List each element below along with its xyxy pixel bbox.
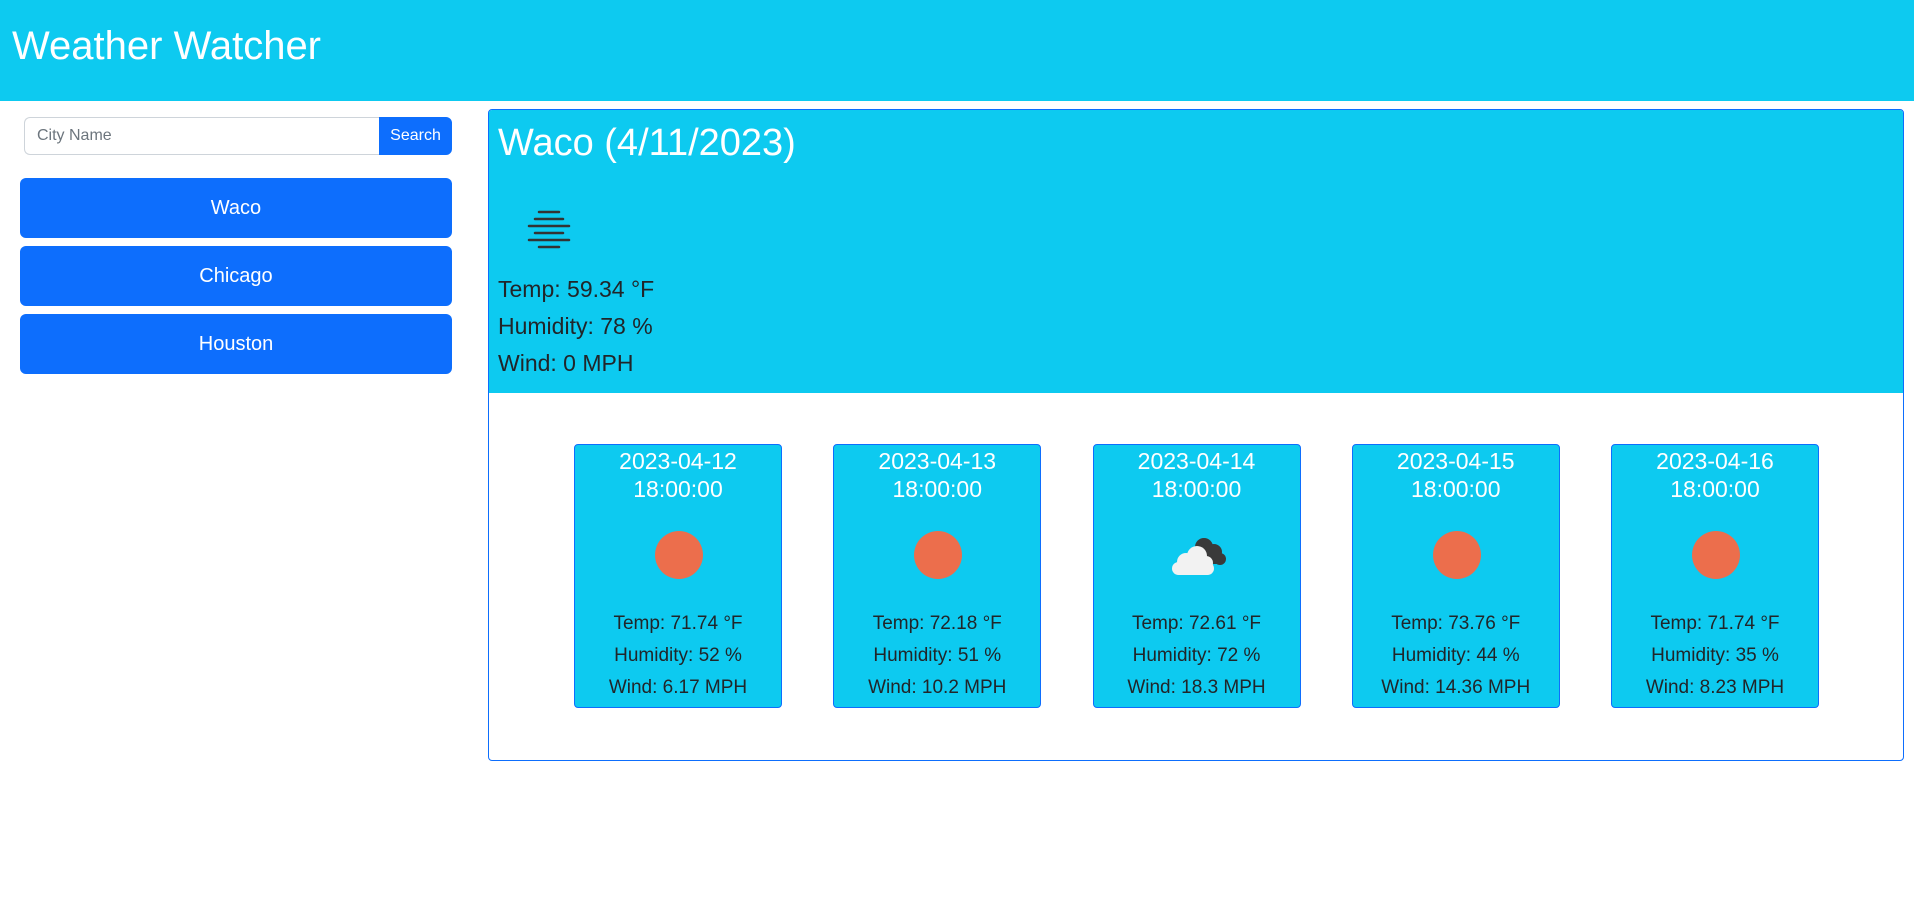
forecast-time: 18:00:00 [892, 476, 983, 502]
forecast-time: 18:00:00 [1670, 476, 1760, 502]
search-button[interactable]: Search [379, 117, 452, 155]
current-weather: Waco (4/11/2023) Temp: 59.34 °F Humidity… [489, 110, 1903, 393]
search-history-list: Waco Chicago Houston [20, 178, 452, 374]
forecast-humidity: Humidity: 52 % [614, 645, 742, 666]
forecast-time: 18:00:00 [1151, 476, 1242, 502]
app-header: Weather Watcher [0, 0, 1914, 101]
forecast-wind: Wind: 10.2 MPH [868, 677, 1007, 698]
history-city-button[interactable]: Houston [20, 314, 452, 374]
forecast-date: 2023-04-12 [619, 448, 737, 474]
forecast-card: 2023-04-14 18:00:00 Temp: 72.61 °F Humid… [1092, 444, 1301, 708]
forecast-time: 18:00:00 [1410, 476, 1501, 502]
forecast-date: 2023-04-14 [1137, 448, 1256, 474]
broken-clouds-icon [1171, 538, 1226, 575]
forecast-temp: Temp: 71.74 °F [1650, 613, 1780, 634]
current-humidity: Humidity: 78 % [498, 313, 653, 339]
forecast-humidity: Humidity: 72 % [1132, 645, 1261, 666]
forecast-temp: Temp: 72.61 °F [1131, 613, 1262, 634]
history-city-button[interactable]: Waco [20, 178, 452, 238]
weather-panel: Waco (4/11/2023) Temp: 59.34 °F Humidity… [488, 109, 1904, 761]
sun-icon [655, 531, 703, 579]
forecast-date: 2023-04-13 [878, 448, 997, 474]
current-temp: Temp: 59.34 °F [498, 276, 655, 302]
mist-icon [527, 210, 571, 249]
current-wind: Wind: 0 MPH [498, 350, 634, 376]
forecast-card: 2023-04-15 18:00:00 Temp: 73.76 °F Humid… [1351, 444, 1560, 708]
forecast-wind: Wind: 18.3 MPH [1127, 677, 1266, 698]
sun-icon [1692, 531, 1740, 579]
history-city-button[interactable]: Chicago [20, 246, 452, 306]
forecast-temp: Temp: 72.18 °F [872, 613, 1002, 634]
forecast-humidity: Humidity: 35 % [1651, 645, 1779, 666]
forecast-humidity: Humidity: 51 % [873, 645, 1002, 666]
sidebar: Search Waco Chicago Houston [20, 117, 452, 382]
current-city-title: Waco (4/11/2023) [498, 122, 796, 164]
sun-icon [914, 531, 963, 579]
forecast-time: 18:00:00 [633, 476, 723, 502]
forecast-humidity: Humidity: 44 % [1391, 645, 1520, 666]
city-search-input[interactable] [24, 117, 379, 155]
forecast-date: 2023-04-15 [1396, 448, 1515, 474]
forecast-wind: Wind: 8.23 MPH [1645, 677, 1785, 698]
forecast-card: 2023-04-13 18:00:00 Temp: 72.18 °F Humid… [833, 444, 1042, 708]
sun-icon [1432, 531, 1481, 579]
forecast-wind: Wind: 6.17 MPH [608, 677, 748, 698]
forecast-temp: Temp: 71.74 °F [613, 613, 743, 634]
forecast-wind: Wind: 14.36 MPH [1381, 677, 1531, 698]
forecast-card: 2023-04-12 18:00:00 Temp: 71.74 °F Humid… [574, 444, 782, 708]
search-form: Search [24, 117, 452, 155]
forecast-card: 2023-04-16 18:00:00 Temp: 71.74 °F Humid… [1611, 444, 1819, 708]
forecast-temp: Temp: 73.76 °F [1391, 613, 1521, 634]
forecast-date: 2023-04-16 [1656, 448, 1774, 474]
app-title: Weather Watcher [12, 24, 322, 68]
five-day-forecast: 2023-04-12 18:00:00 Temp: 71.74 °F Humid… [574, 444, 1819, 708]
